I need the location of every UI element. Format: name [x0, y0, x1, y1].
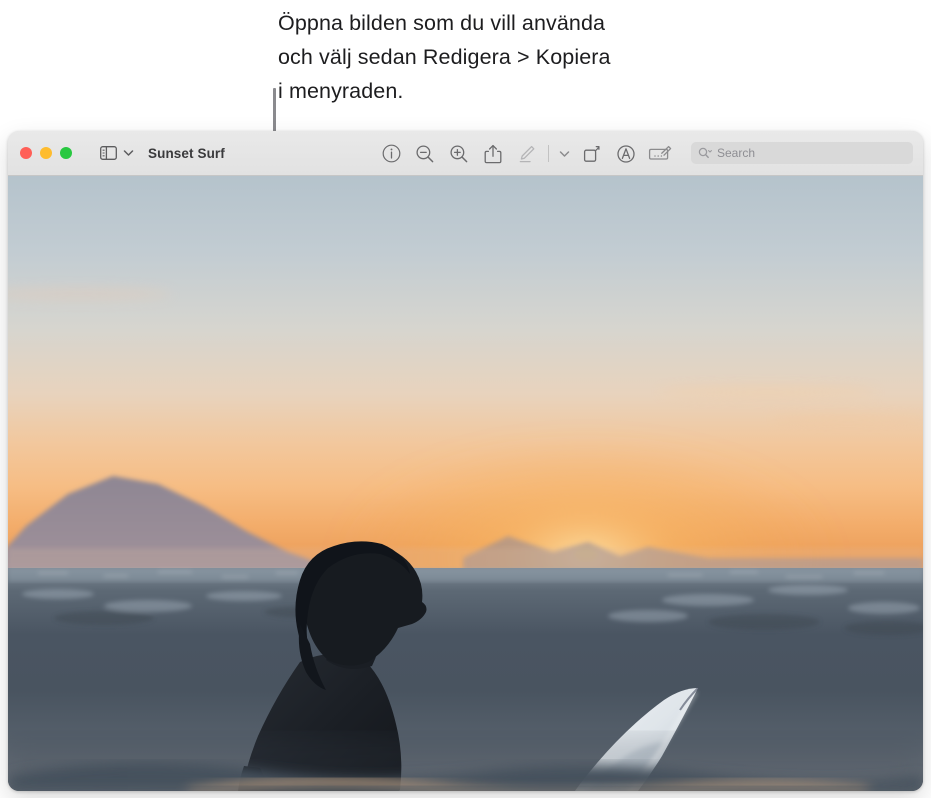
zoom-in-icon	[450, 144, 468, 162]
zoom-in-button[interactable]	[442, 139, 476, 169]
sketch-button[interactable]	[643, 139, 677, 169]
markup-button[interactable]	[510, 139, 544, 169]
rotate-icon	[583, 145, 600, 162]
zoom-out-icon	[416, 144, 434, 162]
markup-options-button[interactable]	[553, 139, 575, 169]
minimize-button[interactable]	[40, 147, 52, 159]
chevron-down-icon	[123, 150, 134, 156]
sidebar-toggle-button[interactable]	[100, 146, 117, 160]
sidebar-control-group	[100, 146, 134, 160]
maximize-button[interactable]	[60, 147, 72, 159]
sketch-icon	[648, 145, 672, 160]
rotate-button[interactable]	[575, 139, 609, 169]
annotate-icon	[617, 144, 635, 163]
share-icon	[484, 144, 502, 163]
callout-instruction-text: Öppna bilden som du vill använda och väl…	[278, 11, 611, 103]
info-icon	[382, 144, 400, 163]
toolbar	[374, 131, 677, 176]
window-title: Sunset Surf	[148, 145, 225, 161]
sidebar-icon	[100, 146, 117, 160]
search-field[interactable]: Search	[691, 142, 913, 164]
annotate-button[interactable]	[609, 139, 643, 169]
image-canvas[interactable]	[8, 176, 923, 791]
share-button[interactable]	[476, 139, 510, 169]
search-input[interactable]: Search	[717, 146, 755, 160]
markup-pen-icon	[519, 145, 535, 162]
close-button[interactable]	[20, 147, 32, 159]
traffic-lights	[20, 147, 72, 159]
preview-window: Sunset Surf Search	[8, 131, 923, 791]
page-root: Öppna bilden som du vill använda och väl…	[0, 0, 931, 798]
zoom-out-button[interactable]	[408, 139, 442, 169]
toolbar-separator	[548, 145, 549, 162]
chevron-down-icon	[559, 150, 569, 157]
sidebar-options-button[interactable]	[123, 149, 134, 157]
sunset-surf-photo	[8, 176, 923, 791]
search-icon	[698, 147, 712, 158]
window-titlebar: Sunset Surf Search	[8, 131, 923, 176]
info-button[interactable]	[374, 139, 408, 169]
